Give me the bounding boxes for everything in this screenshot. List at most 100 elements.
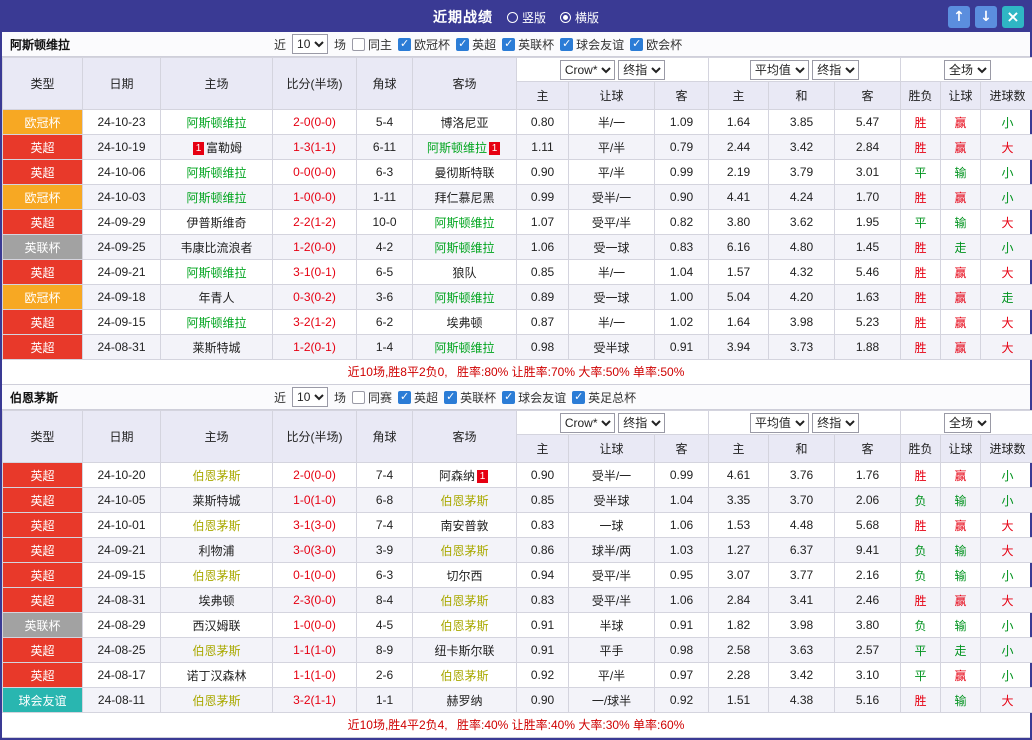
league-checkbox[interactable]: 英联杯 [502, 36, 554, 53]
match-count-select[interactable]: 10 [292, 387, 328, 407]
home-team-cell[interactable]: 伯恩茅斯 [161, 638, 273, 663]
home-team-cell[interactable]: 利物浦 [161, 538, 273, 563]
average-select[interactable]: 平均值 [750, 60, 809, 80]
home-team-cell[interactable]: 阿斯顿维拉 [161, 185, 273, 210]
league-checkbox[interactable]: 球会友谊 [502, 389, 566, 406]
checkbox-checked-icon[interactable] [560, 38, 573, 51]
team-name[interactable]: 伯恩茅斯 [192, 519, 240, 533]
league-checkbox[interactable]: 欧冠杯 [398, 36, 450, 53]
team-name[interactable]: 伯恩茅斯 [440, 594, 488, 608]
away-team-cell[interactable]: 阿森纳1 [413, 463, 517, 488]
checkbox-checked-icon[interactable] [630, 38, 643, 51]
away-team-cell[interactable]: 伯恩茅斯 [413, 488, 517, 513]
away-team-cell[interactable]: 阿斯顿维拉 [413, 210, 517, 235]
odds-time-select[interactable]: 终指 [618, 60, 665, 80]
team-name[interactable]: 拜仁慕尼黑 [434, 191, 494, 205]
league-checkbox[interactable]: 英超 [456, 36, 496, 53]
away-team-cell[interactable]: 南安普敦 [413, 513, 517, 538]
home-team-cell[interactable]: 莱斯特城 [161, 335, 273, 360]
average-select[interactable]: 平均值 [750, 413, 809, 433]
team-name[interactable]: 阿斯顿维拉 [434, 341, 494, 355]
checkbox-checked-icon[interactable] [398, 38, 411, 51]
team-name[interactable]: 西汉姆联 [192, 619, 240, 633]
away-team-cell[interactable]: 埃弗顿 [413, 310, 517, 335]
team-name[interactable]: 伯恩茅斯 [192, 644, 240, 658]
team-name[interactable]: 阿斯顿维拉 [186, 316, 246, 330]
checkbox-unchecked-icon[interactable] [352, 38, 365, 51]
layout-horizontal-radio[interactable]: 横版 [560, 9, 599, 26]
team-name[interactable]: 伯恩茅斯 [440, 669, 488, 683]
away-team-cell[interactable]: 伯恩茅斯 [413, 588, 517, 613]
team-name[interactable]: 富勒姆 [206, 141, 242, 155]
checkbox-checked-icon[interactable] [456, 38, 469, 51]
home-team-cell[interactable]: 伯恩茅斯 [161, 688, 273, 713]
home-team-cell[interactable]: 韦康比流浪者 [161, 235, 273, 260]
team-name[interactable]: 埃弗顿 [446, 316, 482, 330]
average-time-select[interactable]: 终指 [812, 413, 859, 433]
team-name[interactable]: 南安普敦 [440, 519, 488, 533]
team-name[interactable]: 阿斯顿维拉 [186, 166, 246, 180]
home-team-cell[interactable]: 阿斯顿维拉 [161, 110, 273, 135]
home-team-cell[interactable]: 埃弗顿 [161, 588, 273, 613]
team-name[interactable]: 年青人 [198, 291, 234, 305]
away-team-cell[interactable]: 博洛尼亚 [413, 110, 517, 135]
team-name[interactable]: 纽卡斯尔联 [434, 644, 494, 658]
checkbox-unchecked-icon[interactable] [352, 391, 365, 404]
radio-selected-icon[interactable] [560, 12, 571, 23]
team-name[interactable]: 伯恩茅斯 [192, 694, 240, 708]
checkbox-checked-icon[interactable] [398, 391, 411, 404]
away-team-cell[interactable]: 伯恩茅斯 [413, 663, 517, 688]
team-name[interactable]: 狼队 [452, 266, 476, 280]
away-team-cell[interactable]: 赫罗纳 [413, 688, 517, 713]
team-name[interactable]: 韦康比流浪者 [180, 241, 252, 255]
odds-source-select[interactable]: Crow* [560, 413, 615, 433]
odds-time-select[interactable]: 终指 [618, 413, 665, 433]
move-up-button[interactable]: ↑ [948, 6, 970, 28]
scope-select[interactable]: 全场 [944, 60, 991, 80]
away-team-cell[interactable]: 阿斯顿维拉 [413, 335, 517, 360]
team-name[interactable]: 伯恩茅斯 [192, 469, 240, 483]
team-name[interactable]: 伊普斯维奇 [186, 216, 246, 230]
scope-select[interactable]: 全场 [944, 413, 991, 433]
team-name[interactable]: 阿斯顿维拉 [186, 266, 246, 280]
team-name[interactable]: 阿斯顿维拉 [186, 191, 246, 205]
home-team-cell[interactable]: 伊普斯维奇 [161, 210, 273, 235]
home-team-cell[interactable]: 阿斯顿维拉 [161, 260, 273, 285]
odds-source-select[interactable]: Crow* [560, 60, 615, 80]
team-name[interactable]: 切尔西 [446, 569, 482, 583]
team-name[interactable]: 伯恩茅斯 [192, 569, 240, 583]
team-name[interactable]: 赫罗纳 [446, 694, 482, 708]
league-checkbox[interactable]: 英超 [398, 389, 438, 406]
team-name[interactable]: 伯恩茅斯 [440, 494, 488, 508]
home-team-cell[interactable]: 西汉姆联 [161, 613, 273, 638]
team-name[interactable]: 阿斯顿维拉 [434, 216, 494, 230]
checkbox-checked-icon[interactable] [502, 38, 515, 51]
away-team-cell[interactable]: 阿斯顿维拉1 [413, 135, 517, 160]
same-filter-checkbox[interactable]: 同赛 [352, 389, 392, 406]
layout-vertical-radio[interactable]: 竖版 [507, 9, 546, 26]
team-name[interactable]: 莱斯特城 [192, 341, 240, 355]
average-time-select[interactable]: 终指 [812, 60, 859, 80]
away-team-cell[interactable]: 阿斯顿维拉 [413, 285, 517, 310]
away-team-cell[interactable]: 阿斯顿维拉 [413, 235, 517, 260]
home-team-cell[interactable]: 阿斯顿维拉 [161, 160, 273, 185]
team-name[interactable]: 埃弗顿 [198, 594, 234, 608]
checkbox-checked-icon[interactable] [572, 391, 585, 404]
layout-vertical-label[interactable]: 竖版 [522, 9, 546, 26]
team-name[interactable]: 利物浦 [198, 544, 234, 558]
team-name[interactable]: 阿斯顿维拉 [434, 241, 494, 255]
radio-icon[interactable] [507, 12, 518, 23]
league-checkbox[interactable]: 英联杯 [444, 389, 496, 406]
checkbox-checked-icon[interactable] [502, 391, 515, 404]
home-team-cell[interactable]: 年青人 [161, 285, 273, 310]
home-team-cell[interactable]: 1富勒姆 [161, 135, 273, 160]
team-name[interactable]: 阿斯顿维拉 [434, 291, 494, 305]
team-name[interactable]: 伯恩茅斯 [440, 619, 488, 633]
team-name[interactable]: 博洛尼亚 [440, 116, 488, 130]
team-name[interactable]: 伯恩茅斯 [440, 544, 488, 558]
league-checkbox[interactable]: 球会友谊 [560, 36, 624, 53]
league-checkbox[interactable]: 欧会杯 [630, 36, 682, 53]
home-team-cell[interactable]: 伯恩茅斯 [161, 513, 273, 538]
close-button[interactable]: × [1002, 6, 1024, 28]
move-down-button[interactable]: ↓ [975, 6, 997, 28]
